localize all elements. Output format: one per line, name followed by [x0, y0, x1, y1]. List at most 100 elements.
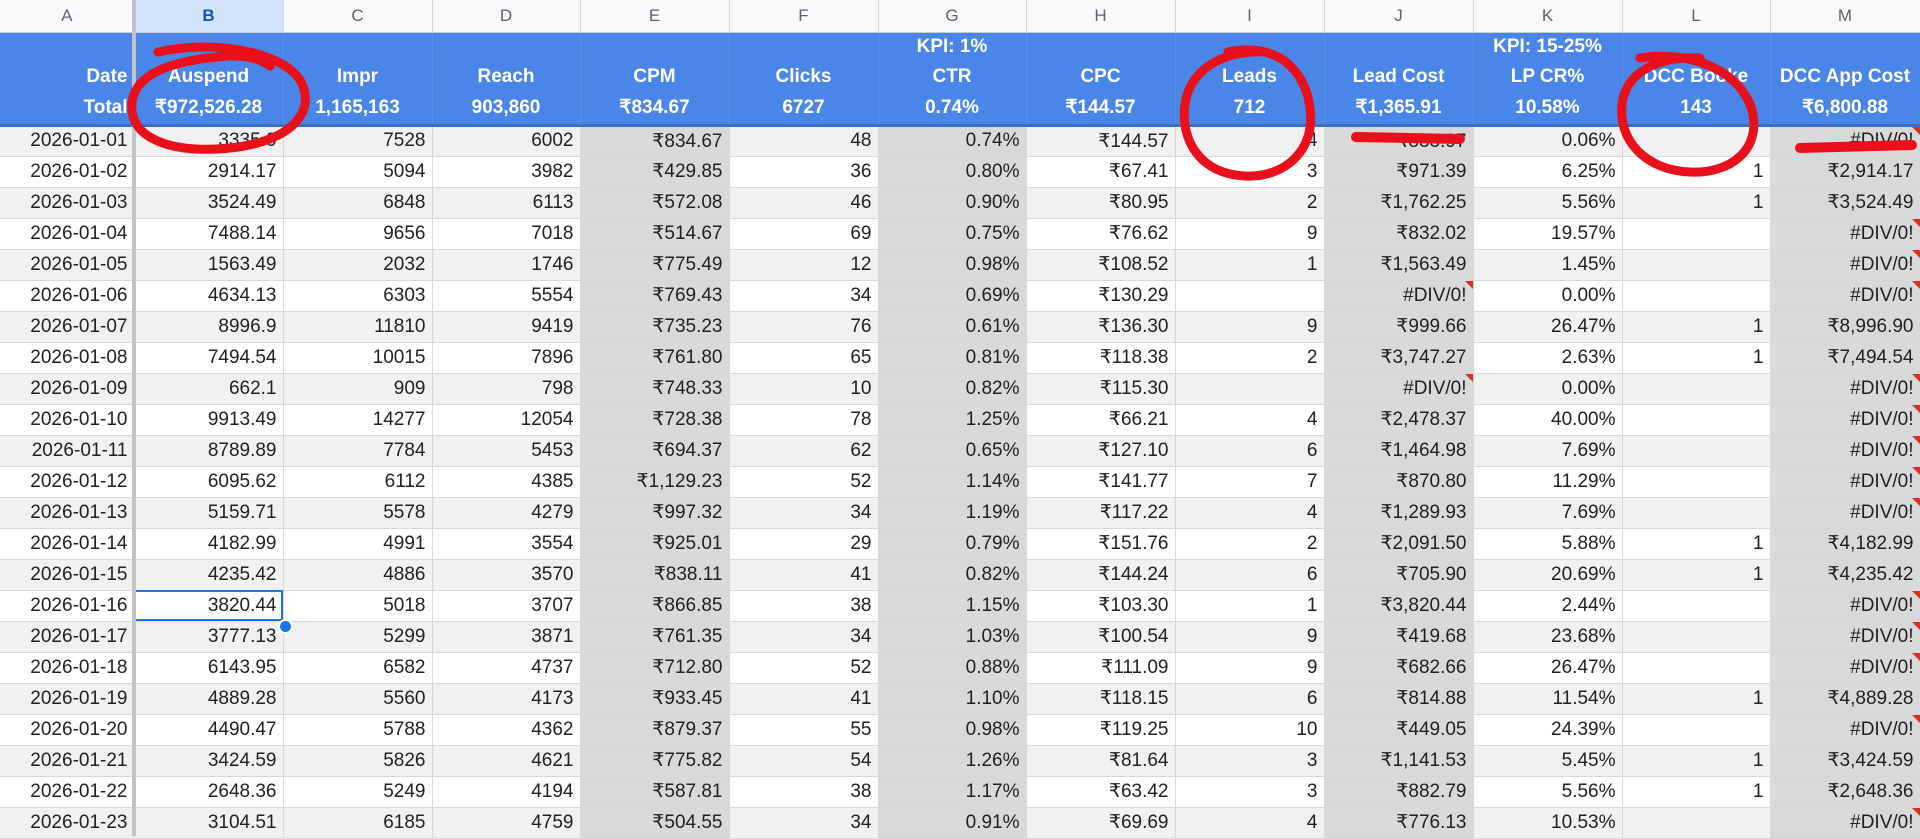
data-cell[interactable]: 5.56%: [1473, 776, 1623, 808]
data-cell[interactable]: 4362: [432, 714, 581, 746]
data-cell[interactable]: 34: [729, 497, 879, 529]
data-cell[interactable]: 4634.13: [134, 280, 284, 312]
data-cell[interactable]: 6143.95: [134, 652, 284, 684]
data-cell[interactable]: ₹1,141.53: [1324, 745, 1474, 777]
data-cell[interactable]: ₹136.30: [1026, 311, 1176, 343]
data-cell[interactable]: 3554: [432, 528, 581, 560]
data-cell[interactable]: 5554: [432, 280, 581, 312]
data-cell[interactable]: 11.29%: [1473, 466, 1623, 498]
data-cell[interactable]: 1: [1622, 559, 1771, 591]
data-cell[interactable]: 0.00%: [1473, 373, 1623, 405]
column-header-l[interactable]: L: [1622, 0, 1771, 33]
date-cell[interactable]: 2026-01-13: [0, 497, 135, 529]
data-cell[interactable]: 10: [729, 373, 879, 405]
data-cell[interactable]: 10: [1175, 714, 1325, 746]
date-cell[interactable]: 2026-01-22: [0, 776, 135, 808]
data-cell[interactable]: #DIV/0!: [1770, 280, 1920, 312]
data-cell[interactable]: 0.00%: [1473, 280, 1623, 312]
total-cell[interactable]: 1,165,163: [283, 92, 433, 127]
data-cell[interactable]: ₹429.85: [580, 156, 730, 188]
data-cell[interactable]: ₹7,494.54: [1770, 342, 1920, 374]
data-cell[interactable]: 34: [729, 280, 879, 312]
kpi-cell[interactable]: [1175, 32, 1325, 62]
total-cell[interactable]: Total: [0, 92, 135, 127]
data-cell[interactable]: ₹748.33: [580, 373, 730, 405]
data-cell[interactable]: [1622, 280, 1771, 312]
data-cell[interactable]: 0.65%: [878, 435, 1027, 467]
data-cell[interactable]: 10.53%: [1473, 807, 1623, 839]
header-cell[interactable]: CTR: [878, 62, 1027, 92]
data-cell[interactable]: ₹1,289.93: [1324, 497, 1474, 529]
data-cell[interactable]: 6112: [283, 466, 433, 498]
kpi-cell[interactable]: [1324, 32, 1474, 62]
data-cell[interactable]: 4235.42: [134, 559, 284, 591]
header-cell[interactable]: DCC App Cost: [1770, 62, 1920, 92]
data-cell[interactable]: 0.81%: [878, 342, 1027, 374]
data-cell[interactable]: 2: [1175, 187, 1325, 219]
data-cell[interactable]: [1622, 714, 1771, 746]
data-cell[interactable]: 20.69%: [1473, 559, 1623, 591]
data-cell[interactable]: #DIV/0!: [1770, 621, 1920, 653]
data-cell[interactable]: [1622, 125, 1771, 157]
data-cell[interactable]: 798: [432, 373, 581, 405]
date-cell[interactable]: 2026-01-11: [0, 435, 135, 467]
data-cell[interactable]: ₹971.39: [1324, 156, 1474, 188]
data-cell[interactable]: ₹514.67: [580, 218, 730, 250]
data-cell[interactable]: 69: [729, 218, 879, 250]
date-cell[interactable]: 2026-01-21: [0, 745, 135, 777]
data-cell[interactable]: 54: [729, 745, 879, 777]
data-cell[interactable]: 4194: [432, 776, 581, 808]
data-cell[interactable]: [1622, 373, 1771, 405]
data-cell[interactable]: 4: [1175, 807, 1325, 839]
data-cell[interactable]: 4385: [432, 466, 581, 498]
data-cell[interactable]: 1563.49: [134, 249, 284, 281]
data-cell[interactable]: 36: [729, 156, 879, 188]
date-cell[interactable]: 2026-01-12: [0, 466, 135, 498]
header-cell[interactable]: CPM: [580, 62, 730, 92]
data-cell[interactable]: 9913.49: [134, 404, 284, 436]
header-cell[interactable]: DCC Booke: [1622, 62, 1771, 92]
data-cell[interactable]: 3: [1175, 776, 1325, 808]
data-cell[interactable]: 1.17%: [878, 776, 1027, 808]
data-cell[interactable]: ₹838.11: [580, 559, 730, 591]
data-cell[interactable]: 11810: [283, 311, 433, 343]
data-cell[interactable]: 0.80%: [878, 156, 1027, 188]
data-cell[interactable]: ₹144.24: [1026, 559, 1176, 591]
data-cell[interactable]: #DIV/0!: [1770, 807, 1920, 839]
data-cell[interactable]: 1: [1622, 342, 1771, 374]
data-cell[interactable]: 8789.89: [134, 435, 284, 467]
data-cell[interactable]: ₹2,914.17: [1770, 156, 1920, 188]
header-cell[interactable]: Date: [0, 62, 135, 92]
data-cell[interactable]: 52: [729, 466, 879, 498]
column-header-g[interactable]: G: [878, 0, 1027, 33]
data-cell[interactable]: ₹100.54: [1026, 621, 1176, 653]
data-cell[interactable]: ₹866.85: [580, 590, 730, 622]
data-cell[interactable]: 1: [1622, 156, 1771, 188]
data-cell[interactable]: 9: [1175, 652, 1325, 684]
data-cell[interactable]: ₹3,747.27: [1324, 342, 1474, 374]
data-cell[interactable]: 6113: [432, 187, 581, 219]
column-header-d[interactable]: D: [432, 0, 581, 33]
date-cell[interactable]: 2026-01-01: [0, 125, 135, 157]
data-cell[interactable]: #DIV/0!: [1770, 404, 1920, 436]
data-cell[interactable]: 2.63%: [1473, 342, 1623, 374]
data-cell[interactable]: ₹814.88: [1324, 683, 1474, 715]
data-cell[interactable]: ₹141.77: [1026, 466, 1176, 498]
date-cell[interactable]: 2026-01-07: [0, 311, 135, 343]
data-cell[interactable]: ₹1,464.98: [1324, 435, 1474, 467]
data-cell[interactable]: ₹775.49: [580, 249, 730, 281]
data-cell[interactable]: 9: [1175, 218, 1325, 250]
data-cell[interactable]: ₹80.95: [1026, 187, 1176, 219]
data-cell[interactable]: #DIV/0!: [1770, 590, 1920, 622]
date-cell[interactable]: 2026-01-14: [0, 528, 135, 560]
data-cell[interactable]: ₹118.38: [1026, 342, 1176, 374]
data-cell[interactable]: ₹2,091.50: [1324, 528, 1474, 560]
data-cell[interactable]: ₹925.01: [580, 528, 730, 560]
data-cell[interactable]: 3570: [432, 559, 581, 591]
data-cell[interactable]: 1: [1622, 311, 1771, 343]
column-header-h[interactable]: H: [1026, 0, 1176, 33]
data-cell[interactable]: 0.82%: [878, 373, 1027, 405]
data-cell[interactable]: 1: [1175, 590, 1325, 622]
data-cell[interactable]: ₹81.64: [1026, 745, 1176, 777]
data-cell[interactable]: ₹449.05: [1324, 714, 1474, 746]
